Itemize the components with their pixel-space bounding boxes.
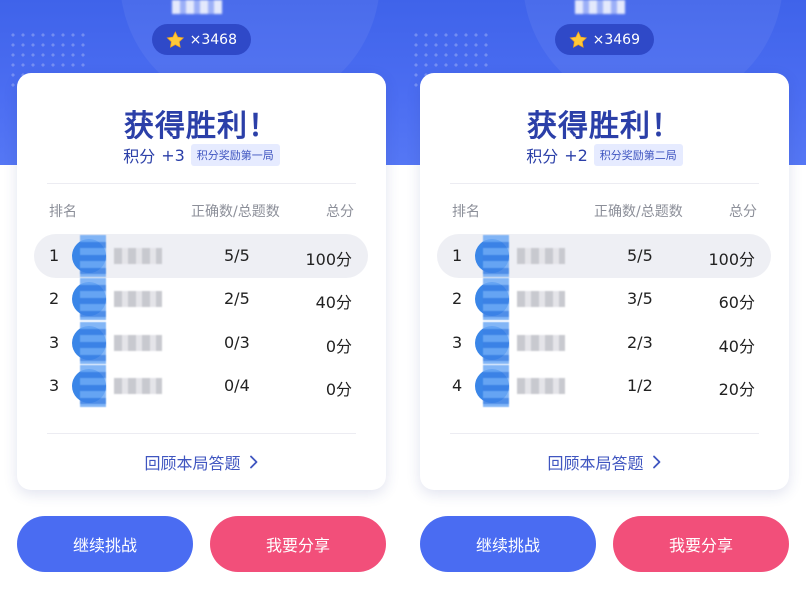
row-ratio: 1/2: [627, 376, 653, 395]
row-ratio: 0/3: [224, 333, 250, 352]
review-label: 回顾本局答题: [547, 454, 644, 473]
coin-count: ×3468: [189, 31, 237, 48]
row-ratio: 2/3: [627, 333, 653, 352]
star-icon: [569, 30, 588, 48]
row-rank: 4: [452, 376, 463, 395]
nickname-blurred: [517, 291, 565, 307]
avatar: [72, 369, 106, 403]
header-rank: 排名: [49, 204, 77, 220]
row-ratio: 5/5: [224, 246, 250, 265]
row-ratio: 5/5: [627, 246, 653, 265]
nickname-blurred: [517, 335, 565, 351]
result-panel-left: ×3468 获得胜利！ 积分 +3 积分奖励第一局 排名 正确数/总题数 总分 …: [0, 0, 403, 604]
table-row: 2 3/5 60分: [437, 277, 771, 321]
avatar: [475, 326, 509, 360]
chevron-right-icon: [652, 455, 660, 469]
avatar: [475, 369, 509, 403]
nickname-blurred: [114, 248, 162, 264]
row-total: 60分: [718, 293, 755, 312]
divider: [47, 183, 356, 184]
points-value: +2: [564, 145, 588, 165]
divider: [450, 183, 759, 184]
nickname-blurred: [114, 335, 162, 351]
row-rank: 3: [452, 333, 463, 352]
star-icon: [166, 30, 185, 48]
coin-balance-pill: ×3469: [555, 24, 654, 55]
coin-count: ×3469: [592, 31, 640, 48]
table-header: 排名 正确数/总题数 总分: [420, 201, 789, 221]
table-row: 3 0/4 0分: [34, 364, 368, 408]
continue-challenge-button[interactable]: 继续挑战: [420, 516, 596, 572]
victory-title: 获得胜利！: [124, 109, 279, 144]
divider: [47, 433, 356, 434]
result-card: 获得胜利！ 积分 +3 积分奖励第一局 排名 正确数/总题数 总分 1 5/5 …: [17, 73, 386, 490]
avatar: [72, 282, 106, 316]
nickname-blurred: [114, 378, 162, 394]
table-row: 1 5/5 100分: [437, 234, 771, 278]
result-card: 获得胜利！ 积分 +2 积分奖励第二局 排名 正确数/总题数 总分 1 5/5 …: [420, 73, 789, 490]
player-name-blurred: [172, 0, 222, 14]
row-ratio: 2/5: [224, 289, 250, 308]
points-value: +3: [161, 145, 185, 165]
continue-challenge-button[interactable]: 继续挑战: [17, 516, 193, 572]
points-line: 积分 +3 积分奖励第一局: [17, 143, 386, 167]
row-total: 40分: [315, 293, 352, 312]
header-total: 总分: [729, 204, 757, 220]
table-row: 3 2/3 40分: [437, 321, 771, 365]
table-row: 4 1/2 20分: [437, 364, 771, 408]
nickname-blurred: [517, 378, 565, 394]
row-ratio: 3/5: [627, 289, 653, 308]
result-panel-right: ×3469 获得胜利！ 积分 +2 积分奖励第二局 排名 正确数/总题数 总分 …: [403, 0, 806, 604]
bonus-tag: 积分奖励第二局: [593, 144, 683, 166]
points-label: 积分: [526, 147, 559, 166]
avatar: [475, 282, 509, 316]
review-round-link[interactable]: 回顾本局答题: [17, 450, 386, 474]
header-ratio: 正确数/总题数: [594, 204, 683, 220]
row-rank: 2: [452, 289, 463, 308]
row-total: 100分: [305, 250, 352, 269]
row-rank: 1: [452, 246, 463, 265]
table-row: 3 0/3 0分: [34, 321, 368, 365]
row-ratio: 0/4: [224, 376, 250, 395]
player-name-blurred: [575, 0, 625, 14]
row-total: 20分: [718, 380, 755, 399]
coin-balance-pill: ×3468: [152, 24, 251, 55]
table-row: 1 5/5 100分: [34, 234, 368, 278]
table-header: 排名 正确数/总题数 总分: [17, 201, 386, 221]
row-rank: 2: [49, 289, 60, 308]
share-button[interactable]: 我要分享: [613, 516, 789, 572]
header-ratio: 正确数/总题数: [191, 204, 280, 220]
share-button[interactable]: 我要分享: [210, 516, 386, 572]
chevron-right-icon: [249, 455, 257, 469]
row-rank: 1: [49, 246, 60, 265]
divider: [450, 433, 759, 434]
avatar: [475, 239, 509, 273]
avatar: [72, 326, 106, 360]
review-label: 回顾本局答题: [144, 454, 241, 473]
nickname-blurred: [517, 248, 565, 264]
row-total: 40分: [718, 337, 755, 356]
header-rank: 排名: [452, 204, 480, 220]
table-row: 2 2/5 40分: [34, 277, 368, 321]
avatar: [72, 239, 106, 273]
review-round-link[interactable]: 回顾本局答题: [420, 450, 789, 474]
points-line: 积分 +2 积分奖励第二局: [420, 143, 789, 167]
row-rank: 3: [49, 333, 60, 352]
points-label: 积分: [123, 147, 156, 166]
header-total: 总分: [326, 204, 354, 220]
victory-title: 获得胜利！: [527, 109, 682, 144]
row-rank: 3: [49, 376, 60, 395]
row-total: 0分: [325, 337, 352, 356]
row-total: 100分: [708, 250, 755, 269]
nickname-blurred: [114, 291, 162, 307]
bonus-tag: 积分奖励第一局: [190, 144, 280, 166]
row-total: 0分: [325, 380, 352, 399]
